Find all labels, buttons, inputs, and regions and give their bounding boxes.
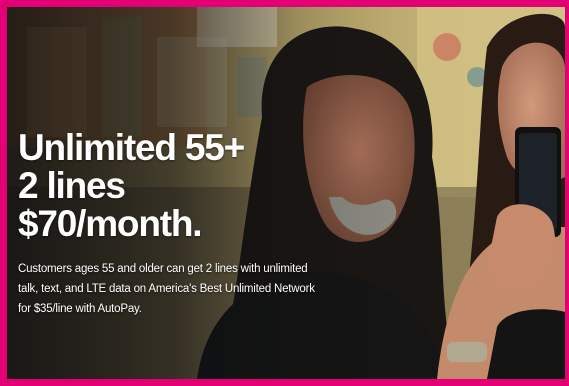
ad-body-text: Customers ages 55 and older can get 2 li… — [18, 263, 315, 315]
headline-line-2: 2 lines — [18, 165, 126, 206]
headline-line-1: Unlimited 55+ — [18, 127, 245, 168]
ad-banner[interactable]: Unlimited 55+ 2 lines $70/month. Custome… — [0, 0, 569, 386]
ad-copy: Unlimited 55+ 2 lines $70/month. Custome… — [18, 129, 328, 319]
headline-line-3: $70/month. — [18, 203, 203, 244]
ad-headline: Unlimited 55+ 2 lines $70/month. — [18, 129, 328, 243]
